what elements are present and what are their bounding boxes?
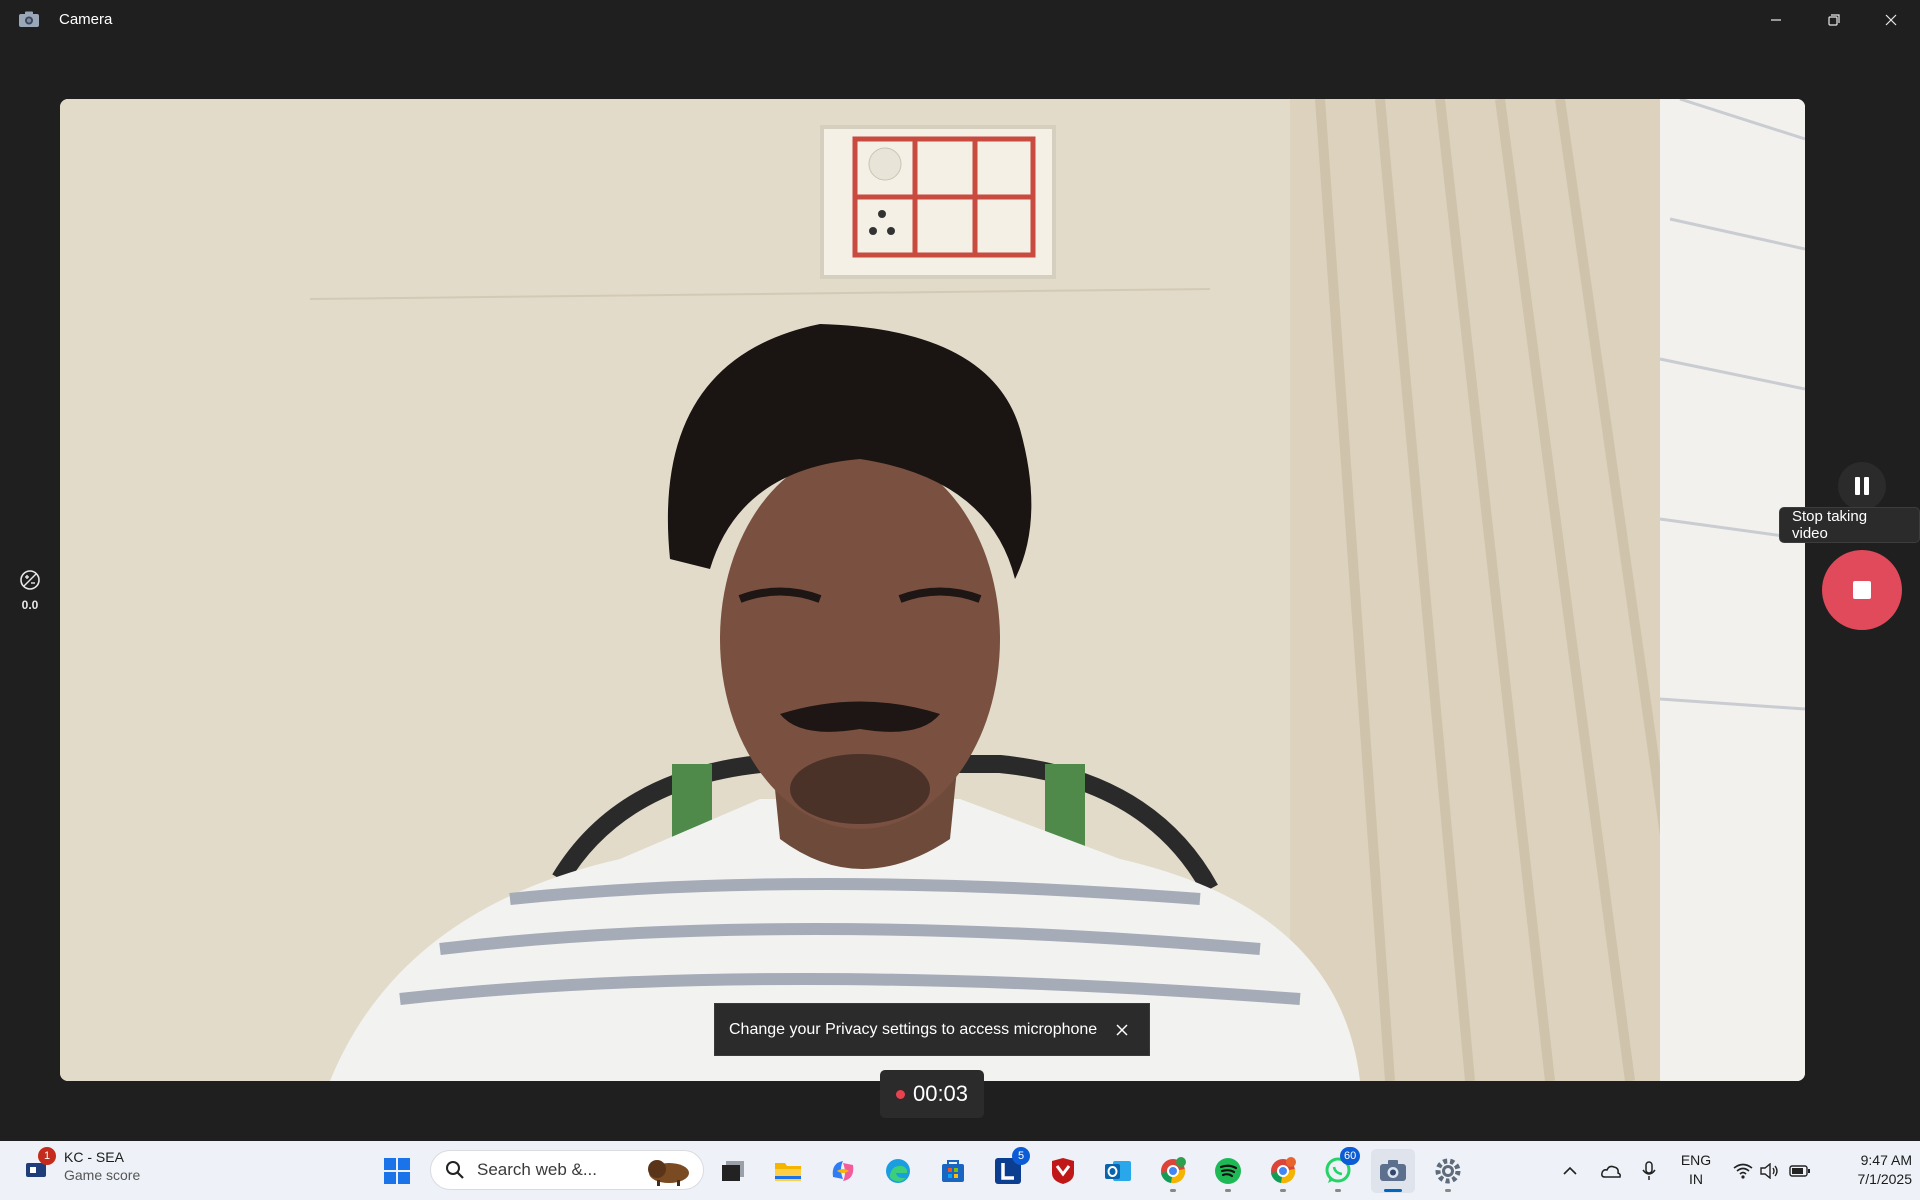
restore-button[interactable] — [1806, 0, 1862, 40]
microphone-tray-button[interactable] — [1636, 1141, 1662, 1200]
copilot-icon — [832, 1161, 854, 1181]
taskbar: 1 KC - SEA Game score Search web &... 5 … — [0, 1141, 1920, 1200]
clock-date: 7/1/2025 — [1857, 1171, 1913, 1187]
spotify-button[interactable] — [1206, 1149, 1250, 1193]
volume-tray-button[interactable] — [1758, 1141, 1782, 1200]
toast-close-button[interactable] — [1111, 1019, 1133, 1041]
wifi-icon — [1733, 1163, 1753, 1179]
l-app-badge: 5 — [1012, 1147, 1030, 1165]
camera-preview — [60, 99, 1805, 1081]
store-icon — [942, 1160, 964, 1182]
file-explorer-icon — [775, 1163, 801, 1181]
camera-icon — [1380, 1160, 1406, 1181]
settings-button[interactable] — [1426, 1149, 1470, 1193]
task-view-icon — [722, 1161, 744, 1181]
recording-dot-icon — [895, 1089, 905, 1099]
minimize-icon — [1771, 19, 1781, 21]
recording-time: 00:03 — [912, 1081, 969, 1106]
spotify-icon — [1215, 1158, 1241, 1184]
recording-timer: 00:03 — [880, 1070, 984, 1118]
stop-video-tooltip: Stop taking video — [1779, 507, 1920, 543]
outlook-button[interactable] — [1096, 1149, 1140, 1193]
running-indicator — [1225, 1189, 1231, 1192]
restore-icon — [1828, 14, 1840, 26]
microphone-privacy-toast: Change your Privacy settings to access m… — [714, 1003, 1150, 1056]
onedrive-tray-button[interactable] — [1596, 1141, 1626, 1200]
battery-icon — [1789, 1164, 1810, 1177]
clock[interactable]: 9:47 AM 7/1/2025 — [1828, 1151, 1913, 1189]
l-app-button[interactable]: 5 — [986, 1147, 1030, 1193]
exposure-icon — [20, 570, 40, 590]
chrome-profile-button[interactable] — [1261, 1149, 1305, 1193]
edge-icon — [886, 1159, 910, 1183]
minimize-button[interactable] — [1748, 0, 1804, 40]
language-code: ENG — [1680, 1152, 1712, 1168]
cloud-sync-icon — [1601, 1165, 1621, 1178]
settings-icon — [1435, 1158, 1461, 1184]
close-icon — [1885, 14, 1897, 26]
sports-widget-icon: 1 — [20, 1147, 56, 1183]
widgets-button[interactable]: 1 KC - SEA Game score — [20, 1147, 141, 1183]
bison-highlight-icon — [648, 1160, 689, 1186]
widget-badge: 1 — [38, 1147, 56, 1165]
whatsapp-badge: 60 — [1340, 1147, 1361, 1165]
clock-time: 9:47 AM — [1860, 1152, 1912, 1168]
microphone-icon — [1642, 1160, 1656, 1180]
camera-feed-image — [60, 99, 1805, 1081]
running-indicator — [1335, 1189, 1341, 1192]
camera-taskbar-button[interactable] — [1371, 1149, 1415, 1193]
close-button[interactable] — [1863, 0, 1919, 40]
toast-message: Change your Privacy settings to access m… — [729, 1020, 1098, 1038]
running-indicator — [1170, 1189, 1176, 1192]
outlook-icon — [1105, 1161, 1131, 1181]
stop-icon — [1853, 581, 1871, 599]
running-indicator — [1445, 1189, 1451, 1192]
chrome-profile-icon — [1271, 1157, 1296, 1184]
search-icon — [446, 1161, 464, 1179]
stop-video-button[interactable] — [1822, 550, 1902, 630]
active-indicator — [1384, 1189, 1402, 1192]
mcafee-button[interactable] — [1041, 1149, 1085, 1193]
pause-video-button[interactable] — [1838, 462, 1886, 510]
whatsapp-button[interactable]: 60 — [1316, 1147, 1361, 1193]
close-icon — [1116, 1024, 1128, 1036]
running-indicator — [1280, 1189, 1286, 1192]
start-icon — [384, 1158, 410, 1184]
exposure-control[interactable]: 0.0 — [18, 569, 42, 612]
show-hidden-icons-button[interactable] — [1556, 1141, 1584, 1200]
file-explorer-button[interactable] — [766, 1149, 810, 1193]
pause-icon — [1855, 477, 1869, 495]
battery-tray-button[interactable] — [1786, 1141, 1814, 1200]
chrome-button[interactable] — [1151, 1149, 1195, 1193]
window-title: Camera — [59, 11, 113, 28]
copilot-button[interactable] — [821, 1149, 865, 1193]
store-button[interactable] — [931, 1149, 975, 1193]
wifi-tray-button[interactable] — [1730, 1141, 1756, 1200]
exposure-value: 0.0 — [21, 598, 39, 612]
volume-icon — [1760, 1162, 1778, 1179]
language-indicator[interactable]: ENG IN — [1680, 1151, 1712, 1189]
chrome-icon — [1161, 1157, 1186, 1184]
search-box[interactable]: Search web &... — [430, 1150, 704, 1190]
start-button[interactable] — [375, 1149, 419, 1193]
title-bar: Camera — [0, 0, 1920, 40]
mcafee-icon — [1052, 1158, 1074, 1184]
task-view-button[interactable] — [711, 1149, 755, 1193]
search-placeholder: Search web &... — [477, 1160, 598, 1179]
region-code: IN — [1689, 1171, 1703, 1187]
chevron-up-icon — [1563, 1166, 1577, 1175]
widget-subtitle: Game score — [64, 1167, 141, 1183]
edge-button[interactable] — [876, 1149, 920, 1193]
widget-title: KC - SEA — [64, 1149, 124, 1165]
camera-app-icon — [19, 11, 39, 27]
